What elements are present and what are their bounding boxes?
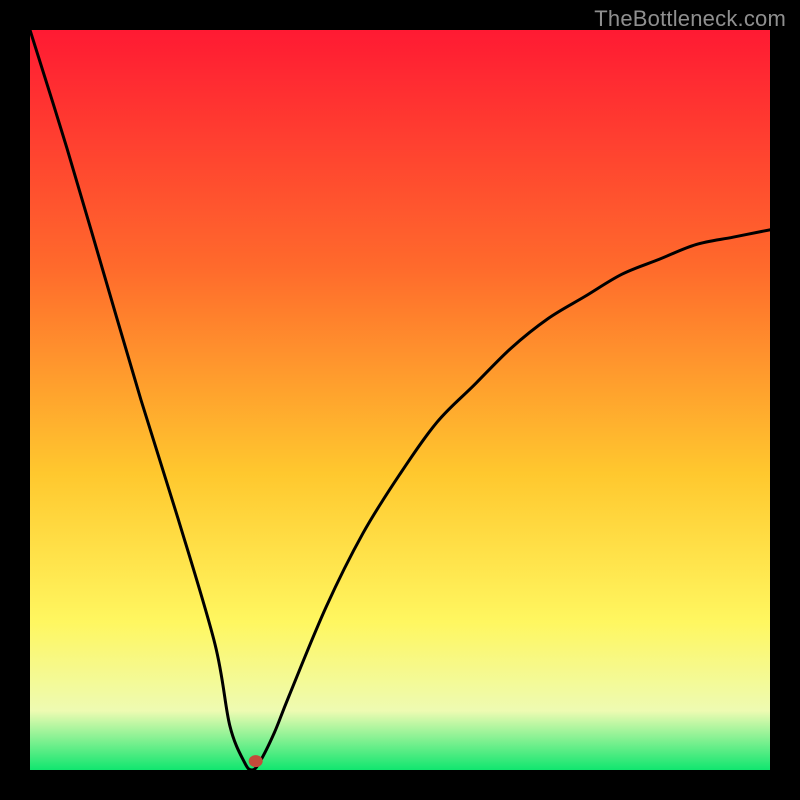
minimum-marker [249,755,263,767]
watermark-text: TheBottleneck.com [594,6,786,32]
bottleneck-chart [30,30,770,770]
plot-area [30,30,770,770]
chart-frame: TheBottleneck.com [0,0,800,800]
